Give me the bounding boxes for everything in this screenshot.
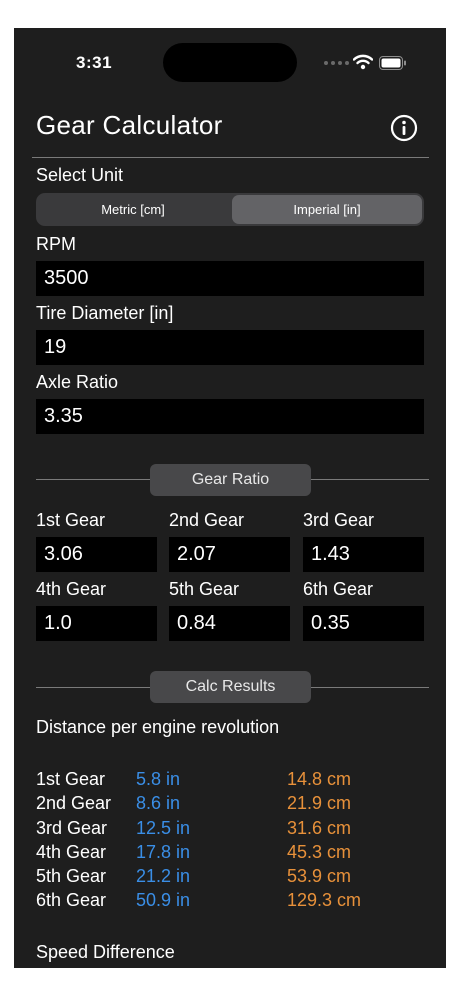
result-cm-4: 45.3 cm: [287, 842, 352, 862]
gear-1-input[interactable]: [36, 537, 157, 572]
tire-diameter-label: Tire Diameter [in]: [36, 303, 174, 323]
result-cm-2: 21.9 cm: [287, 793, 352, 813]
segment-imperial[interactable]: Imperial [in]: [232, 195, 422, 224]
result-in-5: 21.2 in: [136, 866, 191, 886]
gear-6-label: 6th Gear: [303, 579, 374, 599]
result-in-2: 8.6 in: [136, 793, 181, 813]
gear-2-input[interactable]: [169, 537, 290, 572]
page-title: Gear Calculator: [36, 110, 223, 140]
calc-results-button[interactable]: Calc Results: [150, 671, 311, 703]
result-cm-6: 129.3 cm: [287, 890, 362, 910]
gear-ratio-button[interactable]: Gear Ratio: [150, 464, 311, 496]
calc-results-divider-left: [36, 687, 150, 688]
result-gear-1: 1st Gear: [36, 769, 106, 789]
gear-1-label: 1st Gear: [36, 510, 106, 530]
result-gear-3: 3rd Gear: [36, 818, 108, 838]
result-in-3: 12.5 in: [136, 818, 191, 838]
gear-5-input[interactable]: [169, 606, 290, 641]
result-cm-3: 31.6 cm: [287, 818, 352, 838]
status-bar: 3:31: [14, 28, 446, 98]
result-in-4: 17.8 in: [136, 842, 191, 862]
battery-icon: [379, 56, 406, 70]
distance-label: Distance per engine revolution: [36, 717, 280, 737]
gear-4-input[interactable]: [36, 606, 157, 641]
speed-difference-label: Speed Difference: [36, 942, 175, 962]
gear-3-input[interactable]: [303, 537, 424, 572]
cellular-signal-icon: [324, 61, 350, 67]
gear-2-label: 2nd Gear: [169, 510, 245, 530]
header-divider: [32, 157, 429, 158]
result-gear-4: 4th Gear: [36, 842, 107, 862]
unit-segmented-control[interactable]: Metric [cm] Imperial [in]: [36, 193, 424, 226]
result-gear-2: 2nd Gear: [36, 793, 112, 813]
gear-4-label: 4th Gear: [36, 579, 107, 599]
app-screen: 3:31 Gear Calculator Select Unit Metric …: [14, 28, 446, 968]
gear-3-label: 3rd Gear: [303, 510, 375, 530]
tire-diameter-input[interactable]: [36, 330, 424, 365]
gear-6-input[interactable]: [303, 606, 424, 641]
result-cm-1: 14.8 cm: [287, 769, 352, 789]
wifi-icon: [353, 54, 373, 70]
info-circle-icon[interactable]: [390, 114, 418, 142]
status-time: 3:31: [76, 53, 113, 72]
result-in-1: 5.8 in: [136, 769, 181, 789]
result-gear-5: 5th Gear: [36, 866, 107, 886]
segment-metric[interactable]: Metric [cm]: [38, 195, 228, 224]
result-gear-6: 6th Gear: [36, 890, 107, 910]
select-unit-label: Select Unit: [36, 165, 124, 185]
axle-ratio-input[interactable]: [36, 399, 424, 434]
result-cm-5: 53.9 cm: [287, 866, 352, 886]
gear-ratio-divider-right: [311, 479, 429, 480]
calc-results-divider-right: [311, 687, 429, 688]
gear-5-label: 5th Gear: [169, 579, 240, 599]
rpm-input[interactable]: [36, 261, 424, 296]
axle-ratio-label: Axle Ratio: [36, 372, 119, 392]
gear-ratio-divider-left: [36, 479, 150, 480]
rpm-label: RPM: [36, 234, 76, 254]
dynamic-island: [163, 43, 297, 82]
result-in-6: 50.9 in: [136, 890, 191, 910]
